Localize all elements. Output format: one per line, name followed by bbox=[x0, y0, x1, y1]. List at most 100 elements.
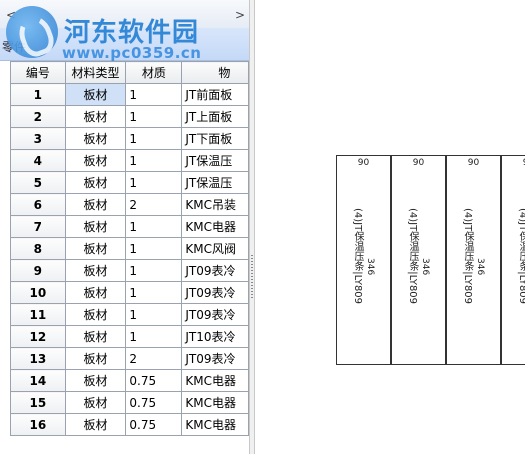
row-number-cell[interactable]: 10 bbox=[10, 281, 66, 304]
part-name-cell[interactable]: JT10表冷 bbox=[181, 325, 249, 348]
material-cell[interactable]: 1 bbox=[125, 281, 183, 304]
table-row[interactable]: 2 板材 1 JT上面板 bbox=[10, 105, 249, 128]
table-row[interactable]: 12 板材 1 JT10表冷 bbox=[10, 325, 249, 348]
material-cell[interactable]: 1 bbox=[125, 149, 183, 172]
material-type-cell[interactable]: 板材 bbox=[64, 83, 127, 106]
table-row[interactable]: 13 板材 2 JT09表冷 bbox=[10, 347, 249, 370]
row-number-cell[interactable]: 1 bbox=[10, 83, 66, 106]
part-strip[interactable]: 90(4)JT保温压条|LY809346 bbox=[501, 155, 525, 365]
row-number-cell[interactable]: 16 bbox=[10, 413, 66, 436]
strip-part-label: (4)JT保温压条|LY809 bbox=[407, 208, 418, 305]
row-number-cell[interactable]: 2 bbox=[10, 105, 66, 128]
row-number-cell[interactable]: 4 bbox=[10, 149, 66, 172]
material-type-cell[interactable]: 板材 bbox=[64, 347, 127, 370]
column-header-material-type[interactable]: 材料类型 bbox=[64, 61, 127, 84]
table-row[interactable]: 7 板材 1 KMC电器 bbox=[10, 215, 249, 238]
strip-length-label: 346 bbox=[475, 258, 485, 276]
table-row[interactable]: 11 板材 1 JT09表冷 bbox=[10, 303, 249, 326]
part-name-cell[interactable]: JT09表冷 bbox=[181, 259, 249, 282]
material-type-cell[interactable]: 板材 bbox=[64, 391, 127, 414]
table-row[interactable]: 5 板材 1 JT保温压 bbox=[10, 171, 249, 194]
row-number-cell[interactable]: 12 bbox=[10, 325, 66, 348]
material-type-cell[interactable]: 板材 bbox=[64, 127, 127, 150]
column-header-name[interactable]: 物 bbox=[181, 61, 249, 84]
table-row[interactable]: 4 板材 1 JT保温压 bbox=[10, 149, 249, 172]
part-strip[interactable]: 90(4)JT保温压条|LY809346 bbox=[391, 155, 446, 365]
strip-part-label: (4)JT保温压条|LY809 bbox=[462, 208, 473, 305]
material-cell[interactable]: 1 bbox=[125, 83, 183, 106]
part-name-cell[interactable]: JT09表冷 bbox=[181, 303, 249, 326]
material-type-cell[interactable]: 板材 bbox=[64, 149, 127, 172]
material-type-cell[interactable]: 板材 bbox=[64, 171, 127, 194]
part-name-cell[interactable]: KMC电器 bbox=[181, 215, 249, 238]
material-type-cell[interactable]: 板材 bbox=[64, 413, 127, 436]
material-cell[interactable]: 1 bbox=[125, 171, 183, 194]
splitter-grip-icon[interactable] bbox=[251, 255, 253, 300]
material-cell[interactable]: 1 bbox=[125, 105, 183, 128]
material-cell[interactable]: 0.75 bbox=[125, 413, 183, 436]
row-number-cell[interactable]: 14 bbox=[10, 369, 66, 392]
material-type-cell[interactable]: 板材 bbox=[64, 369, 127, 392]
material-cell[interactable]: 1 bbox=[125, 215, 183, 238]
part-strip[interactable]: 90(4)JT保温压条|LY809346 bbox=[336, 155, 391, 365]
table-row[interactable]: 1 板材 1 JT前面板 bbox=[10, 83, 249, 106]
material-type-cell[interactable]: 板材 bbox=[64, 237, 127, 260]
table-row[interactable]: 8 板材 1 KMC风阀 bbox=[10, 237, 249, 260]
material-cell[interactable]: 1 bbox=[125, 127, 183, 150]
material-type-cell[interactable]: 板材 bbox=[64, 281, 127, 304]
strip-width-label: 90 bbox=[467, 158, 480, 168]
column-header-material[interactable]: 材质 bbox=[125, 61, 183, 84]
part-name-cell[interactable]: KMC电器 bbox=[181, 413, 249, 436]
scroll-right-arrow-icon[interactable]: > bbox=[235, 8, 245, 22]
strip-length-label: 346 bbox=[365, 258, 375, 276]
strip-part-label: (4)JT保温压条|LY809 bbox=[352, 208, 363, 305]
material-cell[interactable]: 0.75 bbox=[125, 391, 183, 414]
part-name-cell[interactable]: JT上面板 bbox=[181, 105, 249, 128]
material-cell[interactable]: 0.75 bbox=[125, 369, 183, 392]
row-number-cell[interactable]: 7 bbox=[10, 215, 66, 238]
column-header-number[interactable]: 编号 bbox=[10, 61, 66, 84]
nesting-canvas[interactable]: 90 (4)JT保温压条|LY809 346 90 (4)JT保温压条|LY809 346… bbox=[255, 0, 525, 454]
material-type-cell[interactable]: 板材 bbox=[64, 303, 127, 326]
parts-panel: < > 零件 河东软件园 www.pc0359.cn 编号 材料类型 材质 物 … bbox=[0, 0, 249, 454]
part-name-cell[interactable]: KMC电器 bbox=[181, 369, 249, 392]
part-name-cell[interactable]: KMC吊装 bbox=[181, 193, 249, 216]
strip-part-label: (4)JT保温压条|LY809 bbox=[517, 208, 525, 305]
material-type-cell[interactable]: 板材 bbox=[64, 193, 127, 216]
row-number-cell[interactable]: 9 bbox=[10, 259, 66, 282]
part-name-cell[interactable]: JT09表冷 bbox=[181, 281, 249, 304]
material-type-cell[interactable]: 板材 bbox=[64, 105, 127, 128]
material-cell[interactable]: 1 bbox=[125, 259, 183, 282]
table-row[interactable]: 16 板材 0.75 KMC电器 bbox=[10, 413, 249, 436]
material-type-cell[interactable]: 板材 bbox=[64, 259, 127, 282]
table-row[interactable]: 3 板材 1 JT下面板 bbox=[10, 127, 249, 150]
table-row[interactable]: 15 板材 0.75 KMC电器 bbox=[10, 391, 249, 414]
part-name-cell[interactable]: JT保温压 bbox=[181, 149, 249, 172]
material-cell[interactable]: 2 bbox=[125, 347, 183, 370]
row-number-cell[interactable]: 15 bbox=[10, 391, 66, 414]
table-row[interactable]: 9 板材 1 JT09表冷 bbox=[10, 259, 249, 282]
material-cell[interactable]: 2 bbox=[125, 193, 183, 216]
material-cell[interactable]: 1 bbox=[125, 237, 183, 260]
part-name-cell[interactable]: JT前面板 bbox=[181, 83, 249, 106]
row-number-cell[interactable]: 5 bbox=[10, 171, 66, 194]
table-row[interactable]: 10 板材 1 JT09表冷 bbox=[10, 281, 249, 304]
part-name-cell[interactable]: KMC电器 bbox=[181, 391, 249, 414]
row-number-cell[interactable]: 13 bbox=[10, 347, 66, 370]
row-number-cell[interactable]: 11 bbox=[10, 303, 66, 326]
part-name-cell[interactable]: JT下面板 bbox=[181, 127, 249, 150]
table-row[interactable]: 14 板材 0.75 KMC电器 bbox=[10, 369, 249, 392]
table-row[interactable]: 6 板材 2 KMC吊装 bbox=[10, 193, 249, 216]
part-name-cell[interactable]: KMC风阀 bbox=[181, 237, 249, 260]
material-cell[interactable]: 1 bbox=[125, 303, 183, 326]
part-strip[interactable]: 90 (4)JT保温压条|LY809346 bbox=[446, 155, 501, 365]
material-cell[interactable]: 1 bbox=[125, 325, 183, 348]
part-name-cell[interactable]: JT保温压 bbox=[181, 171, 249, 194]
row-number-cell[interactable]: 3 bbox=[10, 127, 66, 150]
row-number-cell[interactable]: 8 bbox=[10, 237, 66, 260]
material-type-cell[interactable]: 板材 bbox=[64, 325, 127, 348]
table-header-row: 编号 材料类型 材质 物 bbox=[10, 61, 249, 84]
material-type-cell[interactable]: 板材 bbox=[64, 215, 127, 238]
part-name-cell[interactable]: JT09表冷 bbox=[181, 347, 249, 370]
row-number-cell[interactable]: 6 bbox=[10, 193, 66, 216]
